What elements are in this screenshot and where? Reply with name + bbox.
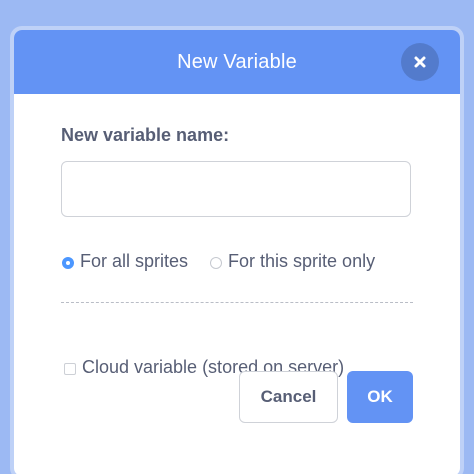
radio-for-all-sprites[interactable]: For all sprites	[62, 251, 188, 272]
close-button[interactable]	[401, 43, 439, 81]
dialog-body: New variable name: For all sprites For t…	[14, 94, 460, 474]
new-variable-dialog: New Variable New variable name: For all …	[14, 30, 460, 474]
radio-label-for-all-sprites: For all sprites	[80, 250, 189, 271]
radio-button-unchecked[interactable]	[210, 256, 223, 269]
variable-name-label: New variable name:	[61, 125, 230, 145]
dashed-divider	[61, 302, 413, 303]
scope-radio-group: For all sprites For this sprite only	[62, 248, 375, 274]
variable-name-input[interactable]	[61, 161, 411, 217]
ok-button[interactable]: OK	[347, 371, 413, 423]
radio-label-for-this-sprite-only: For this sprite only	[228, 250, 376, 271]
dialog-title: New Variable	[177, 50, 297, 73]
dialog-header: New Variable	[14, 30, 460, 94]
radio-button-checked[interactable]	[62, 256, 74, 269]
radio-for-this-sprite-only[interactable]: For this sprite only	[210, 251, 375, 272]
cancel-button[interactable]: Cancel	[239, 371, 338, 423]
cloud-variable-checkbox[interactable]	[64, 362, 76, 375]
close-icon	[414, 56, 426, 68]
